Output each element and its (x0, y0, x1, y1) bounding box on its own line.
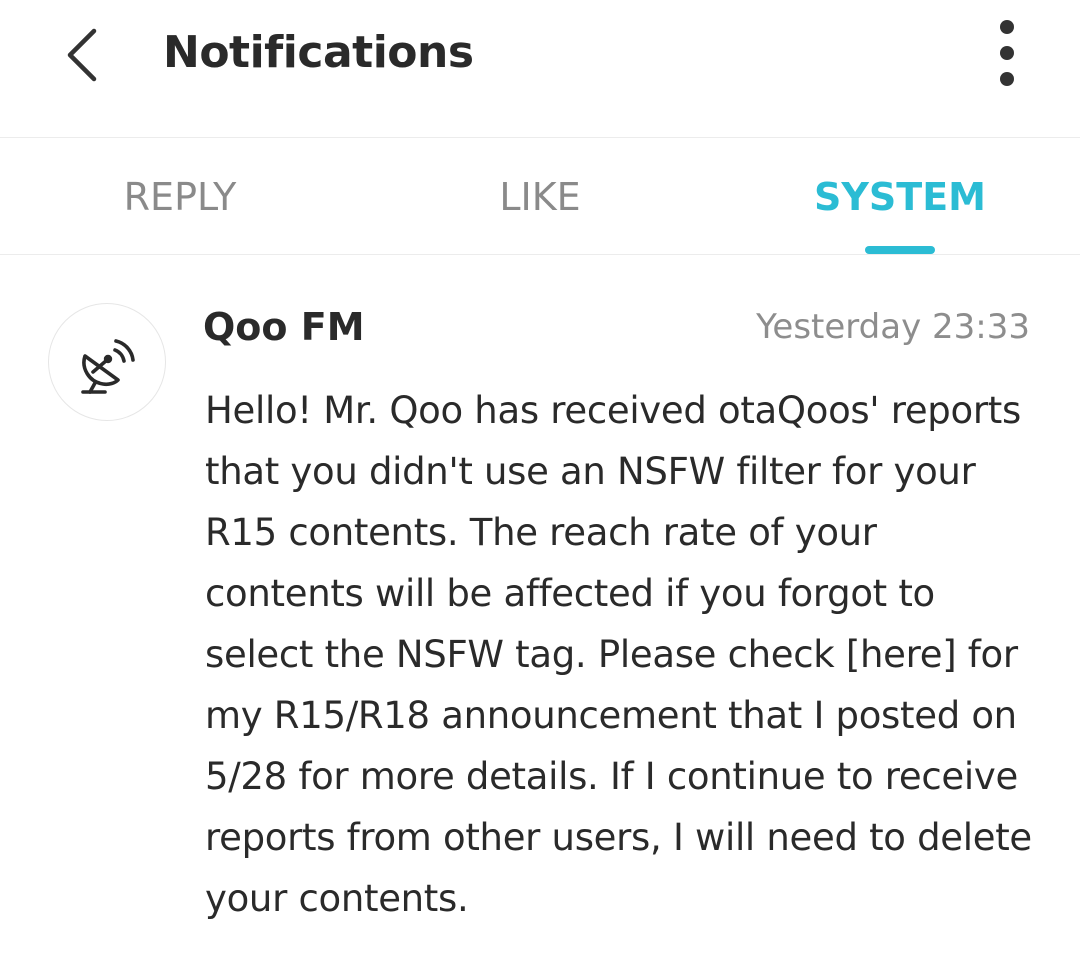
timestamp: Yesterday 23:33 (756, 307, 1030, 347)
tab-like[interactable]: LIKE (360, 138, 720, 254)
notification-item[interactable]: Qoo FM Yesterday 23:33 Hello! Mr. Qoo ha… (0, 255, 1080, 977)
satellite-dish-icon (81, 339, 135, 394)
avatar[interactable] (48, 303, 166, 421)
more-vertical-icon (1000, 20, 1014, 86)
tab-system[interactable]: SYSTEM (720, 138, 1080, 254)
message-text: Hello! Mr. Qoo has received otaQoos' rep… (205, 389, 1032, 920)
app-header: Notifications (0, 0, 1080, 138)
back-button[interactable] (52, 20, 112, 90)
tab-bar: REPLY LIKE SYSTEM (0, 138, 1080, 255)
tab-reply[interactable]: REPLY (0, 138, 360, 254)
active-tab-indicator (865, 246, 935, 254)
more-options-button[interactable] (980, 14, 1034, 92)
sender-name: Qoo FM (203, 305, 365, 349)
page-title: Notifications (163, 27, 474, 78)
chevron-left-icon (67, 28, 97, 82)
